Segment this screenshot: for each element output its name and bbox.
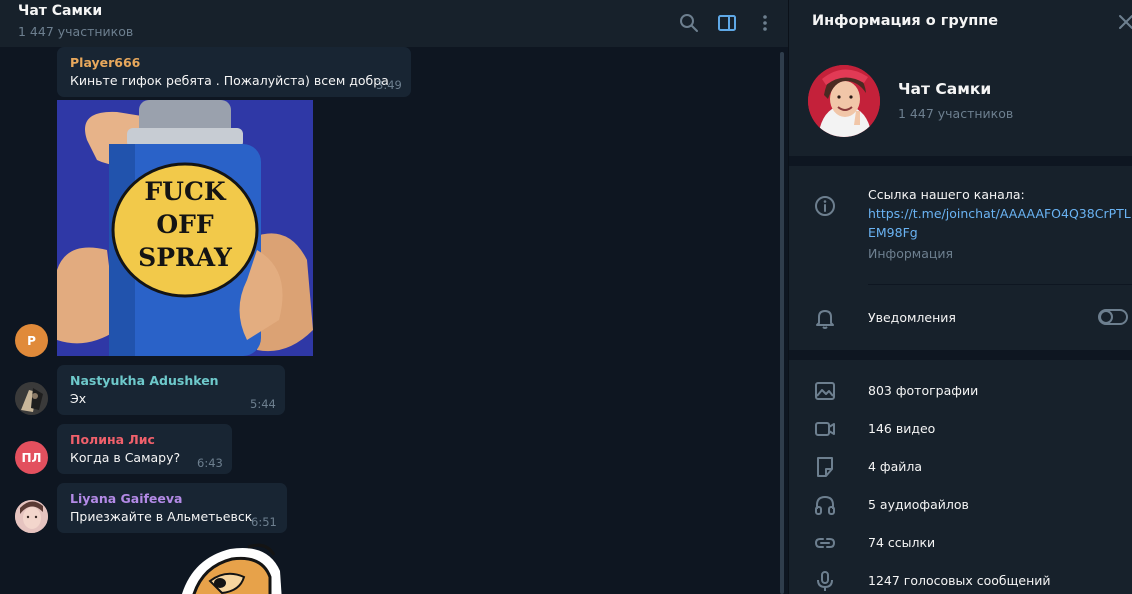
media-label: 1247 голосовых сообщений: [868, 573, 1051, 588]
shared-files-row[interactable]: 4 файла: [789, 449, 1132, 485]
media-label: 803 фотографии: [868, 383, 979, 398]
shared-photos-row[interactable]: 803 фотографии: [789, 373, 1132, 409]
scrollbar-thumb[interactable]: [780, 52, 784, 594]
search-icon: [680, 14, 698, 32]
chat-title[interactable]: Чат Самки: [18, 3, 102, 19]
panel-title: Информация о группе: [812, 13, 999, 29]
search-button[interactable]: [676, 10, 702, 36]
avatar-photo: [15, 500, 48, 533]
info-icon: [815, 196, 835, 216]
more-vertical-icon: [763, 15, 767, 31]
photo-icon: [815, 382, 835, 400]
media-label: 4 файла: [868, 459, 923, 474]
group-name: Чат Самки: [898, 80, 992, 98]
video-icon: [815, 422, 835, 436]
message-sender[interactable]: Player666: [70, 55, 140, 70]
sticker-text: OFF: [156, 210, 214, 239]
chat-scrollbar[interactable]: [779, 52, 785, 594]
microphone-icon: [817, 571, 833, 591]
media-label: 5 аудиофайлов: [868, 497, 969, 512]
message-text: Приезжайте в Альметьевск: [70, 509, 253, 524]
message-time: 6:51: [251, 515, 277, 529]
chat-member-count: 1 447 участников: [18, 24, 134, 39]
headphones-icon: [815, 495, 835, 515]
message-sender[interactable]: Nastyukha Adushken: [70, 373, 219, 388]
avatar[interactable]: ПЛ: [15, 441, 48, 474]
sidebar-toggle-button[interactable]: [714, 10, 740, 36]
row-divider: [868, 284, 1132, 285]
message-sender[interactable]: Полина Лис: [70, 432, 155, 447]
message-image[interactable]: FUCK OFF SPRAY: [57, 100, 313, 356]
toggle-knob: [1099, 310, 1113, 324]
invite-link[interactable]: https://t.me/joinchat/AAAAAFO4Q38CrPTL: [868, 206, 1131, 221]
group-avatar[interactable]: [808, 65, 880, 137]
sticker-text: FUCK: [144, 177, 226, 206]
info-description-label: Ссылка нашего канала:: [868, 187, 1025, 202]
invite-link-continued[interactable]: EM98Fg: [868, 225, 918, 240]
message-list[interactable]: Player666 Киньте гифок ребята . Пожалуйс…: [0, 47, 778, 594]
bell-icon: [816, 310, 834, 329]
sloth-sticker[interactable]: [170, 541, 290, 594]
media-label: 146 видео: [868, 421, 936, 436]
message-bubble[interactable]: Nastyukha Adushken Эх 5:44: [57, 365, 285, 415]
more-menu-button[interactable]: [752, 10, 778, 36]
message-bubble[interactable]: Player666 Киньте гифок ребята . Пожалуйс…: [57, 47, 411, 97]
message-bubble[interactable]: Полина Лис Когда в Самару? 6:43: [57, 424, 232, 474]
link-icon: [814, 538, 836, 548]
message-text: Эх: [70, 391, 87, 406]
message-sender[interactable]: Liyana Gaifeeva: [70, 491, 182, 506]
notifications-toggle[interactable]: [1098, 309, 1128, 325]
message-time: 6:43: [197, 456, 223, 470]
avatar[interactable]: [15, 500, 48, 533]
close-icon[interactable]: [1116, 12, 1132, 32]
message-bubble[interactable]: Liyana Gaifeeva Приезжайте в Альметьевск…: [57, 483, 287, 533]
group-avatar-photo: [808, 65, 880, 137]
notifications-label: Уведомления: [868, 310, 956, 325]
avatar[interactable]: P: [15, 324, 48, 357]
shared-audio-row[interactable]: 5 аудиофайлов: [789, 487, 1132, 523]
message-text: Киньте гифок ребята . Пожалуйста) всем д…: [70, 73, 389, 88]
media-label: 74 ссылки: [868, 535, 936, 550]
chat-header[interactable]: Чат Самки 1 447 участников: [0, 0, 788, 47]
avatar[interactable]: [15, 382, 48, 415]
chat-area: Чат Самки 1 447 участников Player666 Кин…: [0, 0, 788, 594]
info-caption: Информация: [868, 246, 954, 261]
message-time: 3:49: [376, 78, 402, 92]
sidebar-toggle-icon: [718, 15, 736, 31]
section-separator: [789, 350, 1132, 360]
group-info-panel: Информация о группе Чат Самки 1 447 учас…: [789, 0, 1132, 594]
message-time: 5:44: [250, 397, 276, 411]
avatar-photo: [15, 382, 48, 415]
file-icon: [817, 457, 833, 477]
shared-voice-row[interactable]: 1247 голосовых сообщений: [789, 563, 1132, 594]
shared-videos-row[interactable]: 146 видео: [789, 411, 1132, 447]
message-text: Когда в Самару?: [70, 450, 181, 465]
spray-can-image: FUCK OFF SPRAY: [57, 100, 313, 356]
sticker-text: SPRAY: [138, 243, 233, 272]
group-member-count[interactable]: 1 447 участников: [898, 106, 1013, 121]
shared-links-row[interactable]: 74 ссылки: [789, 525, 1132, 561]
section-separator: [789, 156, 1132, 166]
